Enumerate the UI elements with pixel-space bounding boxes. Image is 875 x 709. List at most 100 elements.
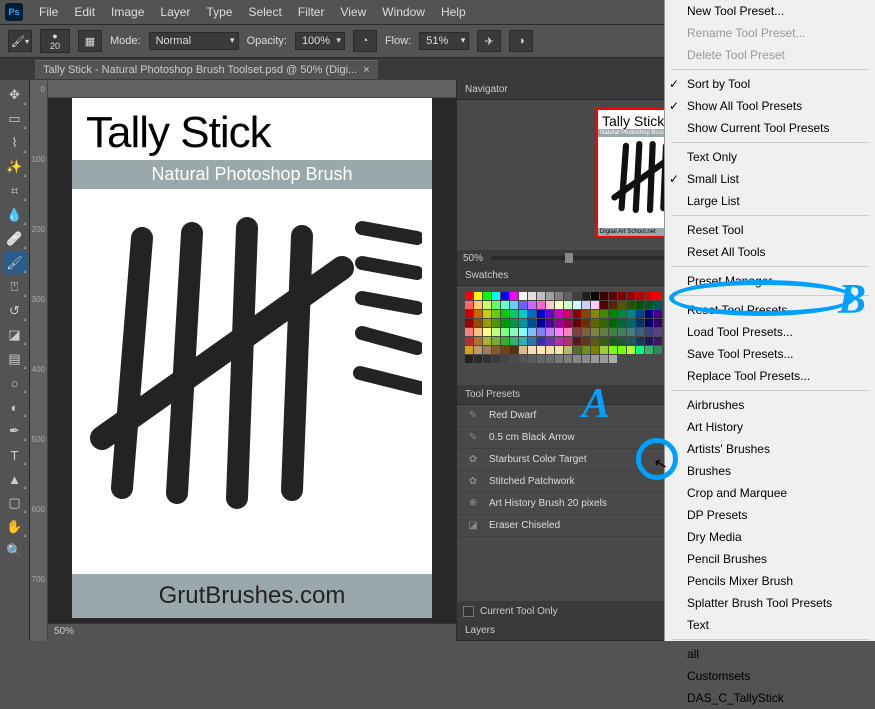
swatch[interactable] xyxy=(591,328,599,336)
swatch[interactable] xyxy=(528,292,536,300)
swatch[interactable] xyxy=(492,346,500,354)
menu-window[interactable]: Window xyxy=(374,5,433,19)
swatch[interactable] xyxy=(573,355,581,363)
swatch[interactable] xyxy=(654,328,662,336)
swatch[interactable] xyxy=(474,310,482,318)
zoom-tool[interactable]: 🔍 xyxy=(3,540,27,562)
menu-item-pencil-brushes[interactable]: Pencil Brushes xyxy=(665,548,875,570)
menu-image[interactable]: Image xyxy=(103,5,152,19)
swatch[interactable] xyxy=(528,301,536,309)
menu-item-save-tool-presets[interactable]: Save Tool Presets... xyxy=(665,343,875,365)
swatch[interactable] xyxy=(474,328,482,336)
swatch[interactable] xyxy=(618,319,626,327)
menu-item-splatter-brush-tool-presets[interactable]: Splatter Brush Tool Presets xyxy=(665,592,875,614)
swatch[interactable] xyxy=(555,346,563,354)
menu-help[interactable]: Help xyxy=(433,5,474,19)
menu-item-reset-all-tools[interactable]: Reset All Tools xyxy=(665,241,875,263)
swatch[interactable] xyxy=(627,337,635,345)
swatch[interactable] xyxy=(546,301,554,309)
swatch[interactable] xyxy=(519,328,527,336)
swatch[interactable] xyxy=(465,310,473,318)
swatch[interactable] xyxy=(474,346,482,354)
document-canvas[interactable]: Tally Stick Natural Photoshop Brush Grut… xyxy=(72,98,432,618)
menu-item-art-history[interactable]: Art History xyxy=(665,416,875,438)
swatch[interactable] xyxy=(528,355,536,363)
swatch[interactable] xyxy=(654,301,662,309)
pressure-size-icon[interactable]: ◑ xyxy=(509,30,533,52)
marquee-tool[interactable]: ▭ xyxy=(3,108,27,130)
swatch[interactable] xyxy=(564,292,572,300)
swatch[interactable] xyxy=(636,310,644,318)
swatch[interactable] xyxy=(618,292,626,300)
swatch[interactable] xyxy=(501,346,509,354)
move-tool[interactable]: ✥ xyxy=(3,84,27,106)
menu-item-load-tool-presets[interactable]: Load Tool Presets... xyxy=(665,321,875,343)
swatch[interactable] xyxy=(609,292,617,300)
menu-item-dry-media[interactable]: Dry Media xyxy=(665,526,875,548)
swatch[interactable] xyxy=(564,328,572,336)
swatch[interactable] xyxy=(501,319,509,327)
swatch[interactable] xyxy=(600,301,608,309)
swatch[interactable] xyxy=(483,346,491,354)
swatch[interactable] xyxy=(555,301,563,309)
menu-layer[interactable]: Layer xyxy=(152,5,198,19)
swatch[interactable] xyxy=(528,328,536,336)
swatch[interactable] xyxy=(636,292,644,300)
swatch[interactable] xyxy=(609,337,617,345)
lasso-tool[interactable]: ⌇ xyxy=(3,132,27,154)
swatch[interactable] xyxy=(510,328,518,336)
mode-select[interactable]: Normal xyxy=(149,32,239,50)
blur-tool[interactable]: ○ xyxy=(3,372,27,394)
close-icon[interactable]: × xyxy=(363,64,369,76)
path-select-tool[interactable]: ▲ xyxy=(3,468,27,490)
swatch[interactable] xyxy=(591,292,599,300)
swatch[interactable] xyxy=(537,292,545,300)
eraser-tool[interactable]: ◪ xyxy=(3,324,27,346)
swatch[interactable] xyxy=(465,346,473,354)
swatch[interactable] xyxy=(465,292,473,300)
swatch[interactable] xyxy=(555,319,563,327)
swatch[interactable] xyxy=(474,355,482,363)
swatch[interactable] xyxy=(600,346,608,354)
swatch[interactable] xyxy=(519,292,527,300)
swatch[interactable] xyxy=(474,301,482,309)
swatch[interactable] xyxy=(645,292,653,300)
swatch[interactable] xyxy=(654,346,662,354)
hand-tool[interactable]: ✋ xyxy=(3,516,27,538)
swatch[interactable] xyxy=(519,310,527,318)
swatch[interactable] xyxy=(537,355,545,363)
swatch[interactable] xyxy=(582,346,590,354)
menu-item-preset-manager[interactable]: Preset Manager... xyxy=(665,270,875,292)
swatch[interactable] xyxy=(627,310,635,318)
swatch[interactable] xyxy=(492,301,500,309)
swatch[interactable] xyxy=(573,301,581,309)
menu-edit[interactable]: Edit xyxy=(66,5,103,19)
swatch[interactable] xyxy=(654,310,662,318)
swatch[interactable] xyxy=(654,337,662,345)
swatch[interactable] xyxy=(501,292,509,300)
swatch[interactable] xyxy=(564,310,572,318)
swatch[interactable] xyxy=(564,346,572,354)
swatch[interactable] xyxy=(519,319,527,327)
swatch[interactable] xyxy=(546,355,554,363)
swatch[interactable] xyxy=(645,346,653,354)
swatch[interactable] xyxy=(483,301,491,309)
menu-item-text-only[interactable]: Text Only xyxy=(665,146,875,168)
swatch[interactable] xyxy=(627,319,635,327)
swatch[interactable] xyxy=(546,328,554,336)
swatch[interactable] xyxy=(582,328,590,336)
swatch[interactable] xyxy=(618,310,626,318)
swatch[interactable] xyxy=(555,310,563,318)
swatch[interactable] xyxy=(474,319,482,327)
type-tool[interactable]: T xyxy=(3,444,27,466)
swatch[interactable] xyxy=(582,310,590,318)
swatch[interactable] xyxy=(645,301,653,309)
swatch[interactable] xyxy=(519,355,527,363)
swatch[interactable] xyxy=(618,346,626,354)
menu-item-dp-presets[interactable]: DP Presets xyxy=(665,504,875,526)
menu-item-small-list[interactable]: Small List xyxy=(665,168,875,190)
menu-item-crop-and-marquee[interactable]: Crop and Marquee xyxy=(665,482,875,504)
pen-tool[interactable]: ✒ xyxy=(3,420,27,442)
swatch[interactable] xyxy=(510,301,518,309)
swatch[interactable] xyxy=(591,337,599,345)
